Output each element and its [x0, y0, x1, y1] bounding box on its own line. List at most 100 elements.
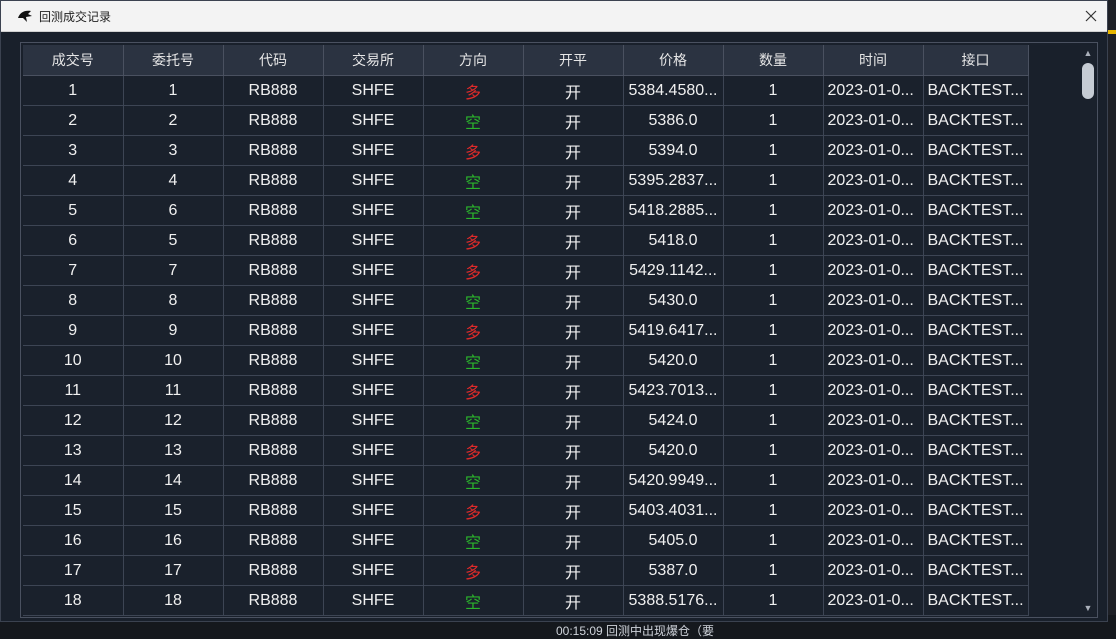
column-header[interactable]: 方向 [423, 45, 524, 76]
table-cell: 1 [723, 585, 824, 616]
table-row[interactable]: 14 14 RB888 SHFE 空开 5420.9949... 1 2023-01-0...… [23, 465, 1029, 496]
table-cell: 多 [423, 495, 524, 526]
table-row[interactable]: 15 15 RB888 SHFE 多开 5403.4031... 1 2023-01-0...… [23, 495, 1029, 526]
table-row[interactable]: 16 16 RB888 SHFE 空开 5405.0 1 2023-01-0... BACKTE… [23, 525, 1029, 556]
table-cell: 1 [723, 375, 824, 406]
scroll-up-icon[interactable]: ▲ [1083, 48, 1093, 58]
table-cell: 1 [723, 75, 824, 106]
table-cell: BACKTEST... [923, 315, 1029, 346]
table-cell: 2023-01-0... [823, 405, 924, 436]
table-cell: 2023-01-0... [823, 495, 924, 526]
table-cell: 空 [423, 285, 524, 316]
scrollbar-thumb[interactable] [1082, 63, 1094, 99]
column-header[interactable]: 价格 [623, 45, 724, 76]
table-cell: 7 [23, 255, 124, 286]
table-cell: 开 [523, 555, 624, 586]
table-cell: 5420.0 [623, 435, 724, 466]
table-row[interactable]: 2 2 RB888 SHFE 空开 5386.0 1 2023-01-0... BACKTEST… [23, 105, 1029, 136]
table-cell: 3 [23, 135, 124, 166]
table-row[interactable]: 5 6 RB888 SHFE 空开 5418.2885... 1 2023-01-0... BA… [23, 195, 1029, 226]
column-header[interactable]: 成交号 [23, 45, 124, 76]
titlebar: 回测成交记录 [1, 1, 1107, 32]
table-cell: 1 [723, 435, 824, 466]
table-cell: 11 [123, 375, 224, 406]
table-cell: BACKTEST... [923, 195, 1029, 226]
table-row[interactable]: 4 4 RB888 SHFE 空开 5395.2837... 1 2023-01-0... BA… [23, 165, 1029, 196]
column-header[interactable]: 委托号 [123, 45, 224, 76]
table-row[interactable]: 1 1 RB888 SHFE 多开 5384.4580... 1 2023-01-0... BA… [23, 75, 1029, 106]
table-cell: 开 [523, 165, 624, 196]
table-cell: RB888 [223, 285, 324, 316]
table-cell: 空 [423, 165, 524, 196]
table-cell: SHFE [323, 75, 424, 106]
table-cell: RB888 [223, 195, 324, 226]
table-cell: RB888 [223, 345, 324, 376]
table-cell: 1 [723, 495, 824, 526]
table-row[interactable]: 8 8 RB888 SHFE 空开 5430.0 1 2023-01-0... BACKTEST… [23, 285, 1029, 316]
table-cell: 5430.0 [623, 285, 724, 316]
table-cell: SHFE [323, 585, 424, 616]
table-cell: 1 [723, 315, 824, 346]
table-cell: BACKTEST... [923, 345, 1029, 376]
table-cell: 5384.4580... [623, 75, 724, 106]
table-cell: 17 [123, 555, 224, 586]
table-cell: 多 [423, 255, 524, 286]
table-cell: BACKTEST... [923, 105, 1029, 136]
table-row[interactable]: 6 5 RB888 SHFE 多开 5418.0 1 2023-01-0... BACKTEST… [23, 225, 1029, 256]
table-cell: 1 [723, 165, 824, 196]
scroll-down-icon[interactable]: ▼ [1083, 603, 1093, 613]
table-row[interactable]: 18 18 RB888 SHFE 空开 5388.5176... 1 2023-01-0...… [23, 585, 1029, 616]
close-button[interactable] [1081, 6, 1101, 26]
table-cell: 10 [23, 345, 124, 376]
table-row[interactable]: 10 10 RB888 SHFE 空开 5420.0 1 2023-01-0... BACKTE… [23, 345, 1029, 376]
table-cell: 空 [423, 525, 524, 556]
table-cell: SHFE [323, 495, 424, 526]
table-cell: 2 [123, 105, 224, 136]
table-row[interactable]: 7 7 RB888 SHFE 多开 5429.1142... 1 2023-01-0... BA… [23, 255, 1029, 286]
column-header[interactable]: 开平 [523, 45, 624, 76]
table-cell: 2023-01-0... [823, 255, 924, 286]
table-cell: 11 [23, 375, 124, 406]
column-header[interactable]: 交易所 [323, 45, 424, 76]
table-cell: 开 [523, 135, 624, 166]
table-cell: 多 [423, 435, 524, 466]
table-cell: 1 [723, 255, 824, 286]
table-cell: 开 [523, 465, 624, 496]
table-row[interactable]: 13 13 RB888 SHFE 多开 5420.0 1 2023-01-0... BACKTE… [23, 435, 1029, 466]
column-header[interactable]: 接口 [923, 45, 1029, 76]
table-cell: 5 [23, 195, 124, 226]
column-header[interactable]: 数量 [723, 45, 824, 76]
table-row[interactable]: 9 9 RB888 SHFE 多开 5419.6417... 1 2023-01-0... BA… [23, 315, 1029, 346]
table-cell: 5387.0 [623, 555, 724, 586]
table-cell: 2023-01-0... [823, 375, 924, 406]
trades-table-frame: 成交号 委托号 代码 交易所 方向 开平 价格 数量 时间 接口 1 1 RB888 SHFE 多开 538… [20, 42, 1098, 618]
table-cell: 7 [123, 255, 224, 286]
table-cell: SHFE [323, 435, 424, 466]
table-cell: 5405.0 [623, 525, 724, 556]
table-row[interactable]: 11 11 RB888 SHFE 多开 5423.7013... 1 2023-01-0...… [23, 375, 1029, 406]
table-row[interactable]: 17 17 RB888 SHFE 多开 5387.0 1 2023-01-0... BACKTE… [23, 555, 1029, 586]
table-cell: SHFE [323, 555, 424, 586]
table-cell: 空 [423, 465, 524, 496]
table-cell: 开 [523, 495, 624, 526]
table-row[interactable]: 3 3 RB888 SHFE 多开 5394.0 1 2023-01-0... BACKTEST… [23, 135, 1029, 166]
table-cell: BACKTEST... [923, 165, 1029, 196]
table-cell: 5429.1142... [623, 255, 724, 286]
table-cell: 5394.0 [623, 135, 724, 166]
table-cell: 多 [423, 135, 524, 166]
table-cell: 5386.0 [623, 105, 724, 136]
table-row[interactable]: 12 12 RB888 SHFE 空开 5424.0 1 2023-01-0... BACKTE… [23, 405, 1029, 436]
table-cell: 空 [423, 405, 524, 436]
table-cell: SHFE [323, 405, 424, 436]
column-header[interactable]: 代码 [223, 45, 324, 76]
table-cell: BACKTEST... [923, 405, 1029, 436]
table-cell: 开 [523, 405, 624, 436]
table-cell: 12 [23, 405, 124, 436]
table-cell: 2023-01-0... [823, 165, 924, 196]
table-cell: 多 [423, 75, 524, 106]
table-cell: BACKTEST... [923, 375, 1029, 406]
table-cell: 开 [523, 345, 624, 376]
table-cell: 6 [23, 225, 124, 256]
column-header[interactable]: 时间 [823, 45, 924, 76]
vertical-scrollbar[interactable]: ▲ ▼ [1080, 45, 1096, 616]
